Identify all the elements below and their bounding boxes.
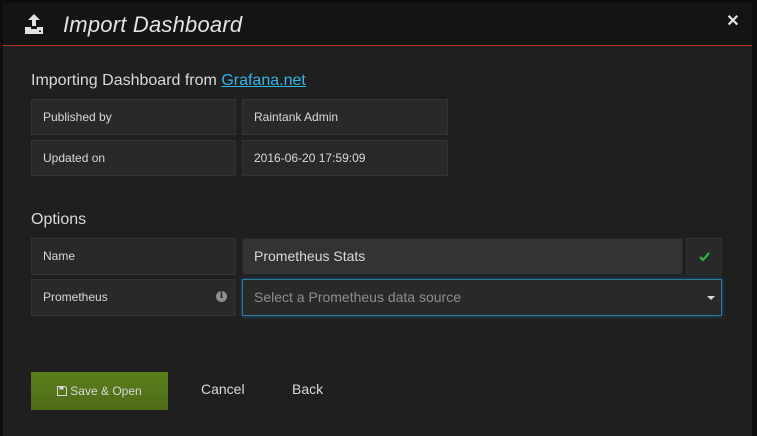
import-dashboard-modal: Import Dashboard ✕ Importing Dashboard f… — [3, 3, 752, 436]
import-heading-prefix: Importing Dashboard from — [31, 72, 222, 89]
name-valid-indicator — [686, 238, 722, 275]
updated-on-label: Updated on — [31, 140, 236, 176]
save-button-label: Save & Open — [70, 384, 142, 398]
upload-icon — [25, 14, 43, 34]
modal-header: Import Dashboard ✕ — [3, 3, 752, 46]
dashboard-name-input[interactable]: Prometheus Stats — [242, 238, 683, 275]
check-icon — [699, 252, 710, 262]
import-heading: Importing Dashboard from Grafana.net — [31, 72, 306, 90]
datasource-placeholder: Select a Prometheus data source — [254, 289, 462, 305]
close-icon[interactable]: ✕ — [726, 14, 740, 30]
published-by-value: Raintank Admin — [242, 99, 448, 135]
modal-title: Import Dashboard — [63, 12, 243, 37]
save-and-open-button[interactable]: Save & Open — [31, 372, 168, 410]
info-icon[interactable]: i — [216, 291, 227, 302]
options-heading: Options — [31, 211, 87, 228]
name-label: Name — [31, 238, 236, 275]
caret-down-icon — [707, 296, 715, 300]
prometheus-label-text: Prometheus — [43, 290, 108, 304]
published-by-label: Published by — [31, 99, 236, 135]
save-icon — [57, 386, 68, 396]
cancel-button[interactable]: Cancel — [201, 381, 245, 397]
prometheus-label: Prometheus i — [31, 279, 236, 316]
back-button[interactable]: Back — [292, 381, 323, 397]
prometheus-datasource-select[interactable]: Select a Prometheus data source — [242, 279, 722, 316]
updated-on-value: 2016-06-20 17:59:09 — [242, 140, 448, 176]
grafana-net-link[interactable]: Grafana.net — [221, 72, 306, 89]
